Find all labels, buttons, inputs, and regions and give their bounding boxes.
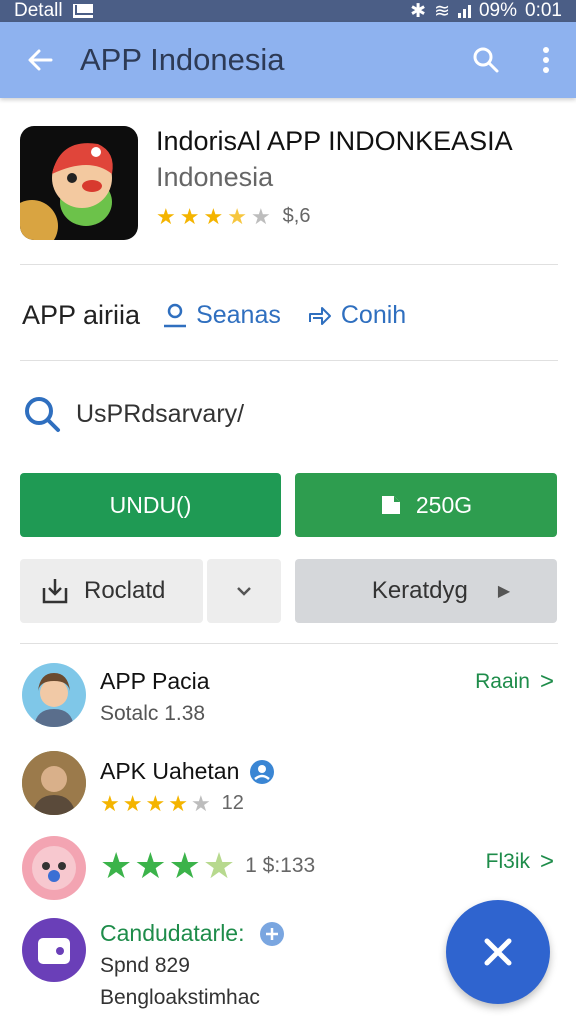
list-item-rating: ★ ★ ★ ★ 1 $:133 — [100, 848, 315, 884]
star-icon: ★ — [100, 790, 120, 816]
more-vert-icon[interactable] — [516, 22, 576, 98]
avatar — [22, 918, 86, 982]
file-icon — [381, 496, 400, 514]
battery-level: 09% — [478, 0, 518, 21]
reload-button-label: Roclatd — [84, 577, 166, 604]
status-left-label: Detall — [14, 0, 63, 21]
share-icon — [308, 307, 331, 325]
search-icon[interactable] — [456, 22, 516, 98]
tab-seanas-label: Seanas — [196, 300, 281, 329]
search-icon — [25, 397, 60, 432]
download-button[interactable]: UNDU() — [20, 473, 281, 537]
play-icon: ▶ — [497, 583, 511, 600]
star-icon: ★ — [179, 203, 200, 229]
list-item-rating: ★ ★ ★ ★ ★ 12 — [100, 792, 244, 815]
search-row[interactable]: UsPRdsarvary/ — [22, 392, 244, 436]
list-item[interactable]: ★ ★ ★ ★ 1 $:133 Fl3ik > — [0, 834, 576, 904]
info-tabs: APP airiia Seanas Conih — [22, 295, 432, 335]
rating-count: $,6 — [282, 205, 311, 227]
list-item[interactable]: APK Uahetan ★ ★ ★ ★ ★ 12 — [0, 748, 576, 828]
star-empty-icon: ★ — [190, 790, 211, 816]
kerat-button[interactable]: Keratdyg ▶ — [295, 559, 557, 623]
tab-conih-label: Conih — [340, 300, 407, 329]
list-item-title: APP Pacia — [100, 668, 210, 694]
star-icon: ★ — [203, 203, 224, 229]
app-rating: ★ ★ ★ ★ ★ $,6 — [156, 205, 310, 228]
download-button-label: UNDU() — [109, 491, 192, 518]
star-icon: ★ — [168, 845, 201, 886]
download-icon — [42, 579, 68, 604]
list-item-action[interactable]: Raain > — [475, 668, 554, 696]
search-text: UsPRdsarvary/ — [76, 399, 245, 428]
star-icon: ★ — [134, 845, 167, 886]
star-icon: ★ — [156, 203, 176, 229]
chevron-right-icon: > — [539, 668, 554, 695]
avatar — [22, 751, 86, 815]
list-item-sub: Sotalc 1.38 — [100, 702, 206, 725]
size-button[interactable]: 250G — [295, 473, 557, 537]
star-icon: ★ — [100, 845, 133, 886]
app-subtitle: Indonesia — [156, 162, 274, 192]
app-title: IndorisAl APP INDONKEASIA — [156, 126, 513, 156]
signal-icon — [457, 4, 471, 18]
avatar — [22, 836, 86, 900]
list-item-title-row: APK Uahetan — [100, 758, 275, 785]
kerat-button-label: Keratdyg — [371, 577, 468, 604]
star-icon: ★ — [168, 790, 188, 816]
mail-icon — [72, 4, 93, 18]
divider — [20, 264, 558, 265]
list-item-sub: Spnd 829 — [100, 954, 190, 977]
tab-label: APP airiia — [22, 299, 141, 330]
rating-count: 1 $:133 — [245, 854, 316, 877]
list-item-title: APK Uahetan — [100, 758, 240, 784]
list-item-action-label: Fl3ik — [485, 850, 530, 873]
list-item-action[interactable]: Fl3ik > — [486, 848, 554, 876]
chevron-down-icon[interactable] — [207, 559, 281, 623]
chevron-right-icon: > — [539, 848, 554, 875]
user-icon — [164, 303, 187, 328]
page-title: APP Indonesia — [80, 42, 285, 77]
status-bar: Detall ✱ ≋ 09% 0:01 — [0, 0, 576, 22]
close-icon — [484, 938, 512, 966]
star-half-icon: ★ — [227, 203, 247, 229]
size-button-label: 250G — [415, 491, 473, 518]
list-item[interactable]: APP Pacia Sotalc 1.38 Raain > — [0, 660, 576, 740]
list-item-sub2: Bengloakstimhac — [100, 986, 260, 1009]
tab-seanas[interactable]: Seanas — [162, 301, 281, 330]
close-fab-button[interactable] — [446, 900, 550, 1004]
list-item-action-label: Raain — [475, 670, 530, 693]
add-icon[interactable] — [259, 921, 285, 947]
tab-conih[interactable]: Conih — [307, 301, 406, 330]
bluetooth-icon: ✱ — [410, 0, 427, 22]
app-icon — [20, 126, 138, 240]
wifi-icon: ≋ — [434, 0, 450, 22]
list-item-title-row: Candudatarle: — [100, 920, 285, 947]
verified-icon — [250, 759, 275, 784]
star-icon: ★ — [122, 790, 143, 816]
star-icon: ★ — [145, 790, 166, 816]
app-bar: APP Indonesia — [0, 22, 576, 98]
rating-count: 12 — [221, 792, 244, 814]
list-item-title: Candudatarle: — [100, 920, 245, 946]
divider — [20, 360, 558, 361]
clock: 0:01 — [525, 0, 562, 21]
divider — [20, 643, 558, 644]
star-empty-icon: ★ — [250, 203, 271, 229]
star-half-icon: ★ — [202, 845, 236, 886]
reload-button[interactable]: Roclatd — [20, 559, 203, 623]
arrow-left-icon[interactable] — [0, 22, 80, 98]
avatar — [22, 663, 86, 727]
